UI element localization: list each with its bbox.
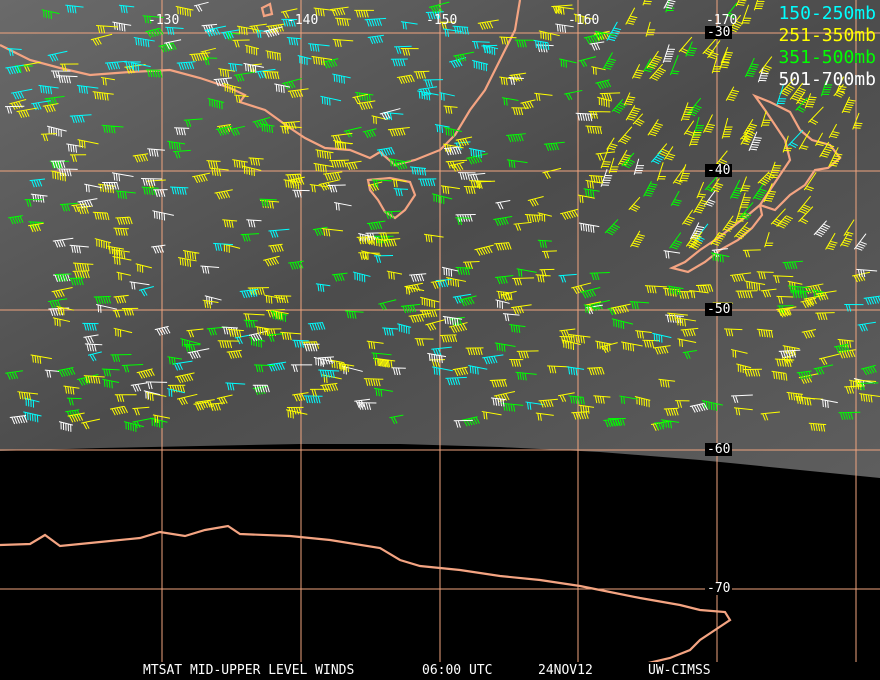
product-title: MTSAT MID-UPPER LEVEL WINDS — [143, 663, 355, 678]
observation-date: 24NOV12 — [538, 663, 593, 678]
map-canvas — [0, 0, 880, 670]
longitude-label: -160 — [568, 13, 600, 28]
data-source: UW-CIMSS — [648, 663, 711, 678]
latitude-label: -40 — [705, 163, 733, 178]
wind-map: -130 -140 -150 -160 -170 -30 -40 -50 -60… — [0, 0, 880, 680]
latitude-label: -60 — [705, 442, 733, 457]
legend-item-501-700: 501-700mb — [778, 69, 876, 90]
longitude-label: -130 — [148, 13, 180, 28]
legend-item-251-350: 251-350mb — [778, 25, 876, 46]
longitude-label: -140 — [287, 13, 319, 28]
antarctica-coast — [0, 524, 732, 670]
latitude-label: -50 — [705, 302, 733, 317]
legend-item-150-250: 150-250mb — [778, 3, 876, 24]
latitude-label: -70 — [705, 581, 733, 596]
pressure-legend: 150-250mb 251-350mb 351-500mb 501-700mb — [778, 3, 876, 91]
footer-bar: MTSAT MID-UPPER LEVEL WINDS 06:00 UTC 24… — [0, 662, 880, 680]
observation-time: 06:00 UTC — [422, 663, 493, 678]
legend-item-351-500: 351-500mb — [778, 47, 876, 68]
longitude-label: -150 — [426, 13, 458, 28]
latitude-label: -30 — [705, 25, 733, 40]
